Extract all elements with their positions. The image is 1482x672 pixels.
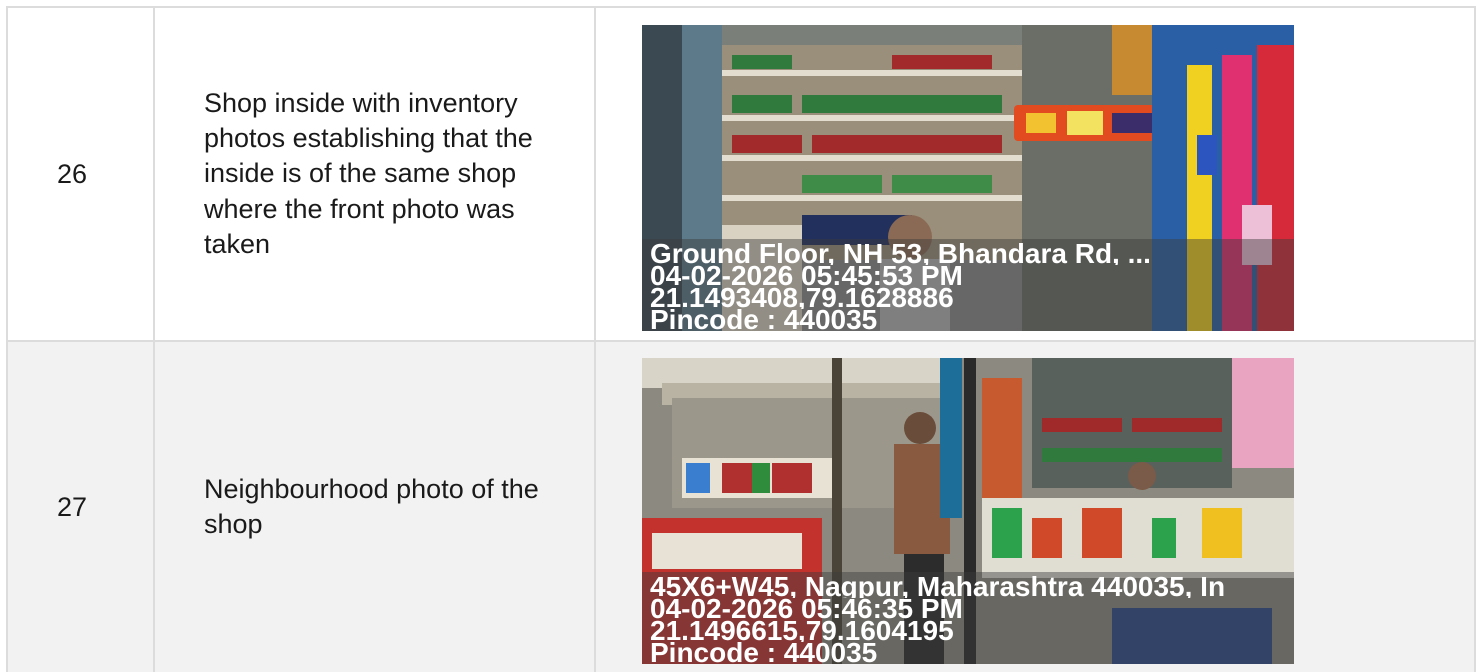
description-cell: Neighbourhood photo of the shop xyxy=(155,342,596,672)
photo-cell: 45X6+W45, Nagpur, Maharashtra 440035, In… xyxy=(596,342,1474,672)
row-number-cell: 27 xyxy=(8,342,155,672)
geotag-datetime: 04-02-2026 05:45:53 PM xyxy=(650,265,963,287)
geotag-datetime: 04-02-2026 05:46:35 PM xyxy=(650,598,963,620)
table-row: 26 Shop inside with inventory photos est… xyxy=(8,8,1474,342)
geotag-address: Ground Floor, NH 53, Bhandara Rd, ... xyxy=(650,243,1151,265)
geotag-pincode: Pincode : 440035 xyxy=(650,642,878,664)
neighbourhood-photo[interactable]: 45X6+W45, Nagpur, Maharashtra 440035, In… xyxy=(642,358,1294,664)
geotag-coordinates: 21.1493408,79.1628886 xyxy=(650,287,954,309)
table-row: 27 Neighbourhood photo of the shop 45X6+… xyxy=(8,342,1474,672)
row-number: 27 xyxy=(57,491,88,522)
row-description: Neighbourhood photo of the shop xyxy=(204,473,539,539)
evidence-table: 26 Shop inside with inventory photos est… xyxy=(6,6,1476,672)
geotag-pincode: Pincode : 440035 xyxy=(650,309,878,331)
row-number: 26 xyxy=(57,158,88,189)
photo-geotag-overlay: 45X6+W45, Nagpur, Maharashtra 440035, In… xyxy=(642,572,1294,664)
photo-cell: Ground Floor, NH 53, Bhandara Rd, ... 04… xyxy=(596,8,1474,340)
row-number-cell: 26 xyxy=(8,8,155,340)
geotag-coordinates: 21.1496615,79.1604195 xyxy=(650,620,954,642)
description-cell: Shop inside with inventory photos establ… xyxy=(155,8,596,340)
shop-inside-photo[interactable]: Ground Floor, NH 53, Bhandara Rd, ... 04… xyxy=(642,25,1294,331)
row-description: Shop inside with inventory photos establ… xyxy=(204,88,533,259)
geotag-address: 45X6+W45, Nagpur, Maharashtra 440035, In xyxy=(650,576,1226,598)
photo-geotag-overlay: Ground Floor, NH 53, Bhandara Rd, ... 04… xyxy=(642,239,1294,331)
